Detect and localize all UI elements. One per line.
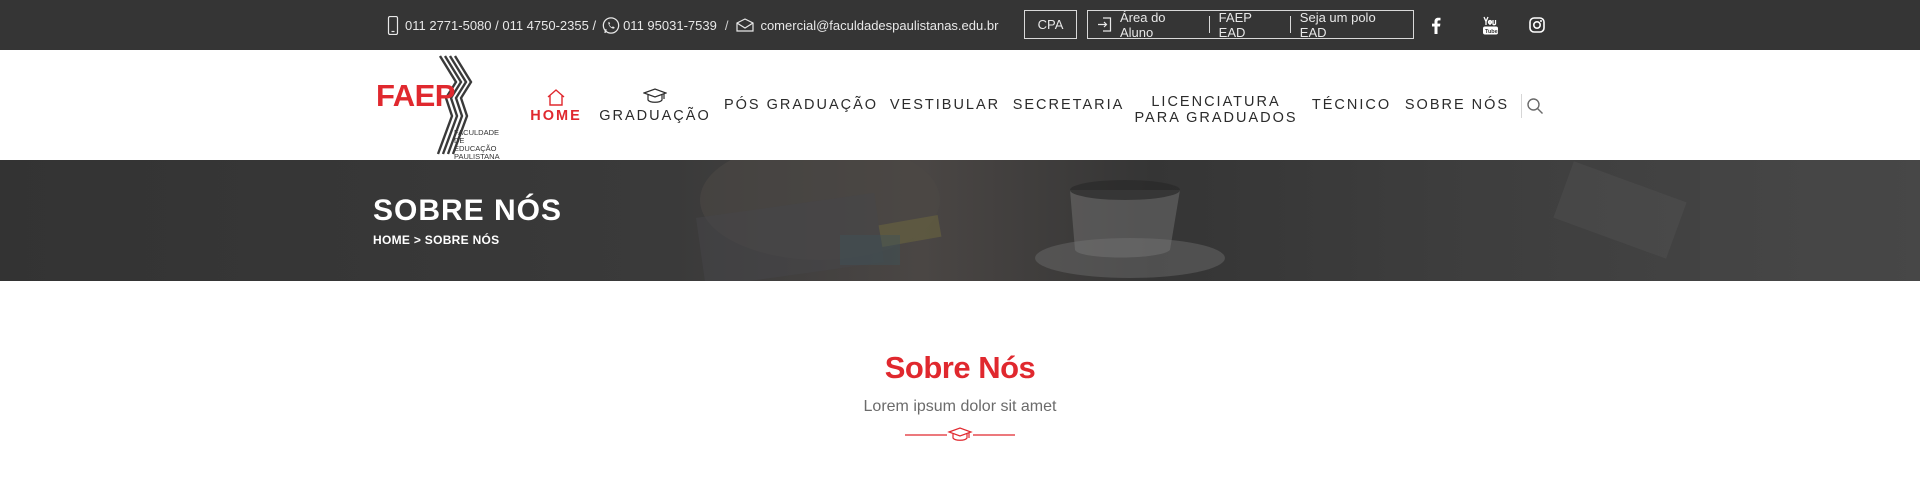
nav-sobre-nos[interactable]: SOBRE NÓS [1405, 50, 1507, 160]
page-title: SOBRE NÓS [373, 194, 563, 227]
logo-subtitle: FACULDADE DE EDUCAÇÃO PAULISTANA [454, 128, 500, 161]
search-divider [1521, 94, 1522, 118]
area-aluno-link[interactable]: Área do Aluno [1088, 10, 1209, 40]
nav-secretaria-label: SECRETARIA [1012, 97, 1125, 113]
whatsapp-icon [602, 16, 620, 34]
nav-vestibular-label: VESTIBULAR [889, 97, 1001, 113]
search-icon[interactable] [1524, 95, 1546, 117]
main-header: FAEP FACULDADE DE EDUCAÇÃO PAULISTANA HO… [0, 50, 1920, 161]
logo-text: FAEP [376, 78, 455, 113]
nav-pos-label: PÓS GRADUAÇÃO [723, 97, 879, 113]
graduation-cap-icon [643, 86, 667, 106]
instagram-icon[interactable] [1527, 15, 1547, 35]
nav-pos-graduacao[interactable]: PÓS GRADUAÇÃO [724, 50, 876, 160]
nav-secretaria[interactable]: SECRETARIA [1013, 50, 1123, 160]
section-title: Sobre Nós [884, 350, 1036, 385]
nav-graduacao[interactable]: GRADUAÇÃO [599, 50, 711, 160]
mail-icon [736, 16, 755, 34]
faep-ead-link[interactable]: FAEP EAD [1208, 10, 1290, 40]
nav-graduacao-label: GRADUAÇÃO [599, 108, 711, 124]
youtube-icon[interactable]: Tube [1480, 15, 1500, 35]
section-subtitle: Lorem ipsum dolor sit amet [863, 398, 1057, 415]
svg-text:Tube: Tube [1485, 29, 1498, 35]
nav-vestibular[interactable]: VESTIBULAR [889, 50, 1001, 160]
page-banner: SOBRE NÓS HOME > SOBRE NÓS [0, 160, 1920, 281]
nav-home-label: HOME [530, 108, 582, 124]
nav-sobre-label: SOBRE NÓS [1404, 97, 1510, 113]
nav-home[interactable]: HOME [530, 50, 582, 160]
email-link[interactable]: comercial@faculdadespaulistanas.edu.br [760, 18, 998, 33]
nav-licenciatura-line1: LICENCIATURA [1151, 94, 1281, 110]
breadcrumb[interactable]: HOME > SOBRE NÓS [373, 233, 500, 247]
home-icon [546, 86, 566, 106]
section-divider [905, 425, 1015, 447]
banner-background-image [696, 160, 1900, 281]
area-aluno-label: Área do Aluno [1120, 9, 1166, 40]
top-bar: 011 2771-5080 / 011 4750-2355 / 011 9503… [0, 0, 1920, 50]
contact-info: 011 2771-5080 / 011 4750-2355 / 011 9503… [384, 0, 998, 50]
quick-links: Área do Aluno FAEP EAD Seja um polo EAD [1087, 10, 1414, 40]
phone-icon [384, 15, 402, 35]
separator: / [724, 17, 729, 33]
polo-ead-link[interactable]: Seja um polo EAD [1289, 10, 1413, 40]
login-icon [1097, 17, 1112, 32]
nav-licenciatura-line2: PARA GRADUADOS [1134, 110, 1298, 126]
nav-licenciatura[interactable]: LICENCIATURA PARA GRADUADOS [1134, 50, 1295, 160]
faep-logo[interactable]: FAEP FACULDADE DE EDUCAÇÃO PAULISTANA [374, 54, 510, 161]
phone-numbers[interactable]: 011 2771-5080 / 011 4750-2355 / [405, 18, 596, 33]
graduation-cap-icon [947, 427, 973, 441]
nav-tecnico-label: TÉCNICO [1311, 97, 1392, 113]
facebook-icon[interactable] [1426, 15, 1446, 35]
cpa-button[interactable]: CPA [1024, 10, 1077, 39]
whatsapp-number[interactable]: 011 95031-7539 [623, 18, 717, 33]
nav-tecnico[interactable]: TÉCNICO [1311, 50, 1392, 160]
